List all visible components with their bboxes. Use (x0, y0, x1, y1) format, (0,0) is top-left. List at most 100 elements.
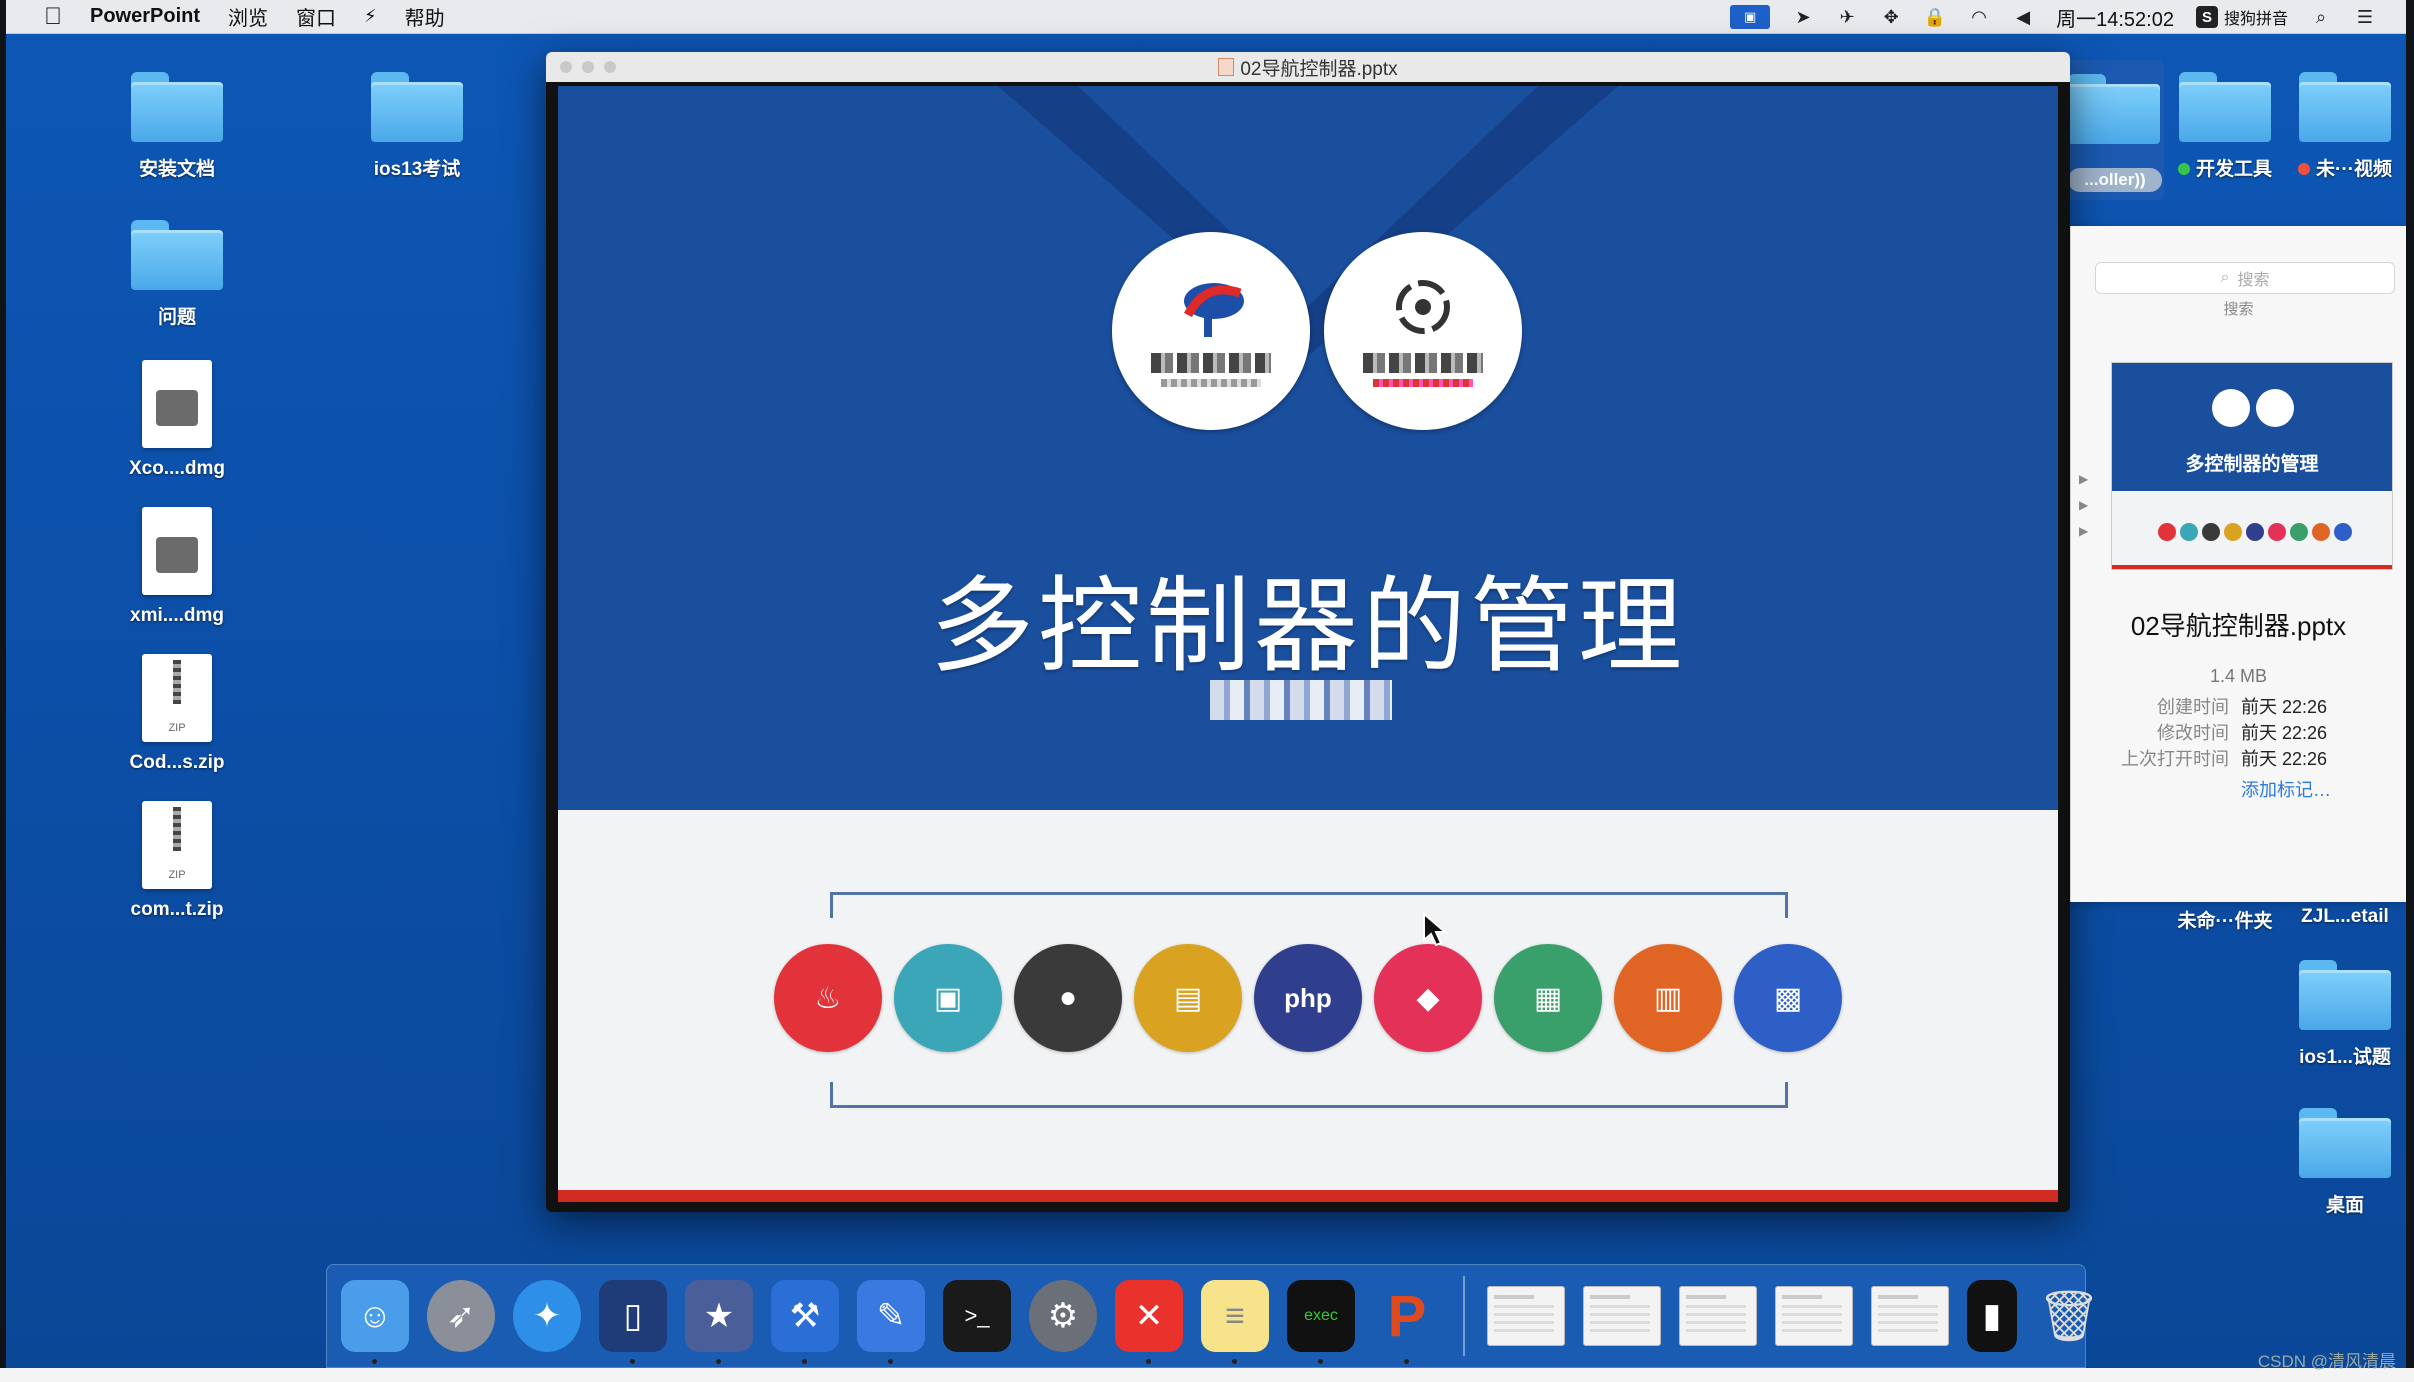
desktop-folder-ios-exam[interactable]: ios1...试题 (2270, 960, 2406, 1069)
icon-row-bracket-top (830, 892, 1788, 918)
meta-row-modified: 修改时间 前天 22:26 (2157, 723, 2328, 743)
meta-row-last-opened: 上次打开时间 前天 22:26 (2121, 749, 2328, 769)
icon-row-bracket-bottom (830, 1082, 1788, 1108)
desktop-file-cod-zip[interactable]: ZIP Cod...s.zip (102, 654, 252, 774)
file-metadata: 创建时间 前天 22:26 修改时间 前天 22:26 上次打开时间 前天 22:26 (2101, 694, 2327, 772)
folder-icon (2068, 74, 2160, 144)
slide[interactable]: 多控制器的管理 ♨ ▣ ● ▤ php ◆ ▦ ▥ ▩ (558, 86, 2058, 1202)
java-icon: ♨ (774, 944, 882, 1052)
desktop-folder-install-docs[interactable]: 安装文档 (102, 72, 252, 181)
dock-xmind-icon[interactable]: ✕ (1115, 1280, 1183, 1364)
finder-search-field[interactable]: ⌕ 搜索 (2095, 262, 2395, 294)
notification-center-icon[interactable]: ☰ (2354, 6, 2376, 28)
folder-icon (2299, 960, 2391, 1030)
input-method-label: 搜狗拼音 (2223, 11, 2288, 28)
apple-menu-icon[interactable]:  (36, 0, 70, 34)
sogou-icon: S (2195, 6, 2218, 28)
dock-ios-simulator-icon[interactable]: ▮ (1967, 1280, 2017, 1352)
minimize-button[interactable] (582, 61, 594, 73)
screen-frame-right (2406, 0, 2414, 1382)
dock-xcode-icon[interactable]: ⚒ (771, 1280, 839, 1364)
pptx-file-icon (1218, 58, 1235, 76)
folder-icon (131, 72, 223, 142)
school-slogan-text (1161, 379, 1261, 387)
desktop-folder-video[interactable]: 未···视频 (2270, 72, 2406, 181)
search-icon: ⌕ (2220, 269, 2230, 286)
desktop-folder-desktop[interactable]: 桌面 (2270, 1108, 2406, 1217)
volume-icon[interactable]: ◀ (2012, 6, 2034, 28)
desktop-folder-ios13-exam[interactable]: ios13考试 (342, 72, 492, 181)
file-preview-thumbnail[interactable]: 多控制器的管理 (2111, 362, 2393, 570)
location-icon[interactable]: ➤ (1792, 6, 1814, 28)
lock-icon[interactable]: 🔒 (1924, 6, 1946, 28)
dock-minimized-window[interactable] (1487, 1286, 1565, 1346)
script-menu-icon[interactable]: ⚡ (364, 6, 377, 27)
menu-help[interactable]: 帮助 (405, 2, 445, 31)
menubar-clock[interactable]: 周一14:52:02 (2056, 3, 2174, 32)
thumb-badge-right (2256, 389, 2294, 427)
menu-browse[interactable]: 浏览 (228, 2, 268, 31)
dock-minimized-window[interactable] (1775, 1286, 1853, 1346)
add-tags-link[interactable]: 添加标记… (2241, 776, 2331, 802)
dock-minimized-window[interactable] (1583, 1286, 1661, 1346)
desktop-file-com-zip[interactable]: ZIP com...t.zip (102, 801, 252, 921)
desktop-icon-label: 未命···件夹 (2177, 911, 2273, 932)
disclosure-arrows[interactable]: ▶ ▶ ▶ (2079, 466, 2088, 544)
dock-imovie-icon[interactable]: ★ (685, 1280, 753, 1364)
ui-design-icon: ▤ (1134, 944, 1242, 1052)
airplane-icon[interactable]: ✈ (1836, 6, 1858, 28)
file-name: 02导航控制器.pptx (2130, 611, 2347, 641)
desktop-icon-label: 问题 (157, 307, 196, 328)
desktop-file-xmind-dmg[interactable]: xmi....dmg (102, 507, 252, 627)
spotlight-search-icon[interactable]: ⌕ (2310, 6, 2332, 28)
dock-terminal-icon[interactable]: >_ (943, 1280, 1011, 1352)
dock-launchpad-icon[interactable]: ➶ (427, 1280, 495, 1352)
dock-instruments-icon[interactable]: ✎ (857, 1280, 925, 1364)
desktop-file-xcode-dmg[interactable]: Xco....dmg (102, 360, 252, 480)
desktop-icon-label: ios1...试题 (2299, 1047, 2391, 1068)
zip-file-icon: ZIP (142, 654, 212, 742)
dock-powerpoint-icon[interactable]: P (1373, 1280, 1441, 1364)
menu-window[interactable]: 窗口 (296, 2, 336, 31)
thumb-title: 多控制器的管理 (2185, 454, 2319, 475)
menubar-status-area: ▣ ➤ ✈ ✥ 🔒 ◠ ◀ 周一14:52:02 S 搜狗拼音 ⌕ ☰ (1730, 0, 2376, 34)
dock-mouse-icon[interactable]: ▯ (599, 1280, 667, 1364)
cloud-icon: ▩ (1734, 944, 1842, 1052)
close-button[interactable] (560, 61, 572, 73)
dock-minimized-window[interactable] (1871, 1286, 1949, 1346)
slide-footer-stripe (558, 1190, 2058, 1202)
android-icon: ▣ (894, 944, 1002, 1052)
dock-finder-icon[interactable]: ☺ (341, 1280, 409, 1364)
screen-frame-bottom (0, 1368, 2414, 1382)
dock-system-preferences-icon[interactable]: ⚙ (1029, 1280, 1097, 1352)
dock-safari-icon[interactable]: ✦ (513, 1280, 581, 1352)
window-titlebar[interactable]: 02导航控制器.pptx (546, 52, 2070, 82)
dock-minimized-window[interactable] (1679, 1286, 1757, 1346)
dock-exec-icon[interactable]: exec (1287, 1280, 1355, 1364)
desktop-folder-issues[interactable]: 问题 (102, 220, 252, 329)
desktop-folder-zjl-detail[interactable]: ZJL...etail (2270, 906, 2406, 928)
wifi-icon[interactable]: ◠ (1968, 6, 1990, 28)
html5-icon: ◆ (1374, 944, 1482, 1052)
dock-trash-icon[interactable]: 🗑 (2035, 1280, 2103, 1352)
zoom-button[interactable] (604, 61, 616, 73)
slide-title: 多控制器的管理 (929, 565, 1686, 687)
desktop-icon-label: 桌面 (2325, 1195, 2364, 1216)
folder-icon (2299, 1108, 2391, 1178)
thumb-icon-row (2158, 523, 2352, 541)
menu-app-name[interactable]: PowerPoint (90, 5, 200, 28)
search-placeholder: 搜索 (2237, 272, 2270, 289)
desktop-icon-label: ios13考试 (373, 159, 461, 180)
crosshair-icon[interactable]: ✥ (1880, 6, 1902, 28)
web-design-icon: ▥ (1614, 944, 1722, 1052)
powerpoint-window: 02导航控制器.pptx 多控制器的管理 ♨ ▣ ● ▤ php ◆ ▦ ▥ ▩ (546, 52, 2070, 1212)
folder-icon (371, 72, 463, 142)
desktop-icon-label: com...t.zip (130, 899, 224, 920)
file-size: 1.4 MB (2209, 666, 2268, 686)
folder-icon (2299, 72, 2391, 142)
dock-notes-icon[interactable]: ≡ (1201, 1280, 1269, 1364)
school-badge-right (1324, 232, 1522, 430)
screen-recording-icon[interactable]: ▣ (1730, 5, 1771, 29)
input-method[interactable]: S 搜狗拼音 (2195, 5, 2288, 29)
apple-icon: ● (1014, 944, 1122, 1052)
